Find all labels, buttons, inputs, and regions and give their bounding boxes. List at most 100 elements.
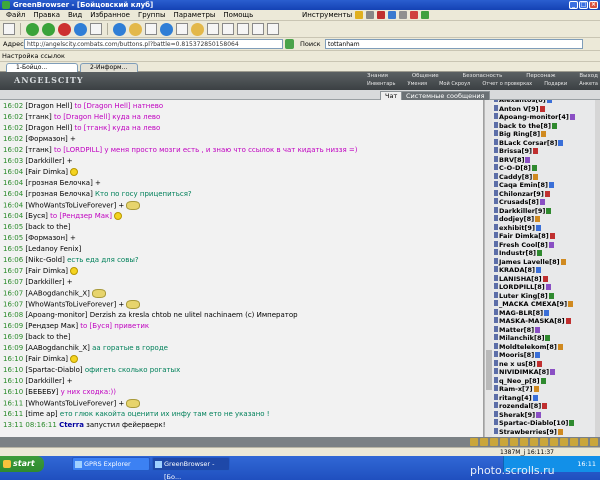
refresh-icon[interactable] [74, 22, 87, 36]
user-name[interactable]: LANISHA[8] [499, 275, 542, 283]
private-arrow-icon[interactable] [494, 393, 498, 400]
user-row[interactable]: Mooris[8] [494, 351, 541, 359]
back-icon[interactable] [26, 22, 39, 36]
chat-nick[interactable]: [Nikc-Gold] [25, 256, 64, 264]
private-arrow-icon[interactable] [494, 283, 498, 289]
user-info-icon[interactable] [557, 428, 563, 435]
user-row[interactable]: Big Ring[8] [494, 130, 547, 138]
minimize-button[interactable]: _ [569, 1, 578, 9]
chat-nick[interactable]: [Fair Dimka] [25, 267, 68, 275]
link-security[interactable]: Безопасность [463, 73, 503, 79]
private-arrow-icon[interactable] [494, 113, 498, 119]
settings-icon[interactable] [520, 438, 528, 446]
user-row[interactable]: NIVIDIMKA[8] [494, 368, 556, 376]
user-info-icon[interactable] [541, 131, 547, 137]
user-name[interactable]: rozendal[8] [499, 402, 541, 410]
user-name[interactable]: Mooris[8] [499, 351, 534, 359]
chat-recipient[interactable]: to [Буся] [78, 322, 112, 330]
user-row[interactable]: LORDPILL[8] [494, 283, 551, 291]
private-arrow-icon[interactable] [494, 427, 498, 434]
user-row[interactable]: rozendal[8] [494, 402, 548, 410]
user-row[interactable]: Caddy[8] [494, 172, 539, 181]
chat-nick[interactable]: [Darkkiller] [25, 377, 64, 385]
user-name[interactable]: q_Neo_p[8] [499, 377, 540, 385]
user-row[interactable]: BRV[8] [494, 155, 531, 164]
chat-nick[interactable]: [AABogdanchik_X] [25, 290, 90, 298]
private-arrow-icon[interactable] [494, 240, 498, 247]
chat-nick[interactable]: [WhoWantsToLiveForever] [25, 301, 116, 309]
sound-icon[interactable] [500, 438, 508, 446]
user-row[interactable]: Fair Dimka[8] [494, 232, 555, 240]
block-icon[interactable] [366, 11, 375, 19]
user-info-icon[interactable] [535, 326, 541, 333]
home-icon[interactable] [90, 23, 102, 35]
user-name[interactable]: Milanchik[8] [499, 334, 544, 342]
user-info-icon[interactable] [525, 156, 531, 163]
user-row[interactable]: Industr[8] [494, 249, 542, 257]
menu-edit[interactable]: Правка [29, 11, 64, 19]
user-name[interactable]: Chilonzar[9] [499, 190, 544, 198]
chat-nick[interactable]: [Apoang-monitor] [25, 311, 87, 319]
js-icon[interactable] [377, 11, 386, 19]
globe-icon[interactable] [113, 22, 126, 36]
private-arrow-icon[interactable] [494, 147, 498, 153]
user-name[interactable]: Caddy[8] [499, 173, 532, 181]
user-info-icon[interactable] [544, 190, 550, 197]
private-arrow-icon[interactable] [494, 385, 498, 391]
user-info-icon[interactable] [548, 292, 554, 299]
chat-nick[interactable]: Cterra [59, 421, 84, 429]
user-name[interactable]: Moldtelekom[8] [499, 343, 557, 351]
user-row[interactable]: Brissa[9] [494, 147, 538, 155]
link-skills[interactable]: Умения [408, 81, 427, 87]
user-row[interactable]: MASKA-MASKA[8] [494, 317, 571, 325]
chat-nick[interactable]: [Формазон] [25, 234, 67, 242]
menu-view[interactable]: Вид [64, 11, 86, 19]
chat-nick[interactable]: [грозная Белочка] [25, 179, 92, 187]
user-name[interactable]: Spartac-Diablo[10] [499, 419, 568, 427]
user-name[interactable]: Sherak[9] [499, 411, 535, 419]
user-info-icon[interactable] [536, 360, 542, 367]
user-info-icon[interactable] [539, 199, 545, 205]
chat-nick[interactable]: [back to the] [25, 333, 70, 341]
user-info-icon[interactable] [540, 377, 546, 384]
chat-nick[interactable]: [Буся] [25, 212, 47, 220]
link-gifts[interactable]: Подарки [544, 81, 567, 87]
private-arrow-icon[interactable] [494, 249, 498, 255]
users-scrollbar[interactable] [595, 100, 600, 437]
user-name[interactable]: Alexantos[8] [499, 100, 546, 104]
private-arrow-icon[interactable] [494, 104, 498, 111]
private-arrow-icon[interactable] [494, 181, 498, 187]
chat-nick[interactable]: [Spartac-Diablo] [25, 366, 82, 374]
send-icon[interactable] [540, 438, 548, 446]
window-icon[interactable] [267, 23, 279, 35]
link-report[interactable]: Отчет о проверках [482, 81, 532, 87]
user-row[interactable]: Spartac-Diablo[10] [494, 419, 575, 427]
user-name[interactable]: ne x us[8] [499, 360, 536, 368]
refresh-icon[interactable] [510, 438, 518, 446]
user-row[interactable]: ne x us[8] [494, 359, 542, 368]
user-name[interactable]: Anton V[9] [499, 105, 539, 113]
private-arrow-icon[interactable] [494, 376, 498, 383]
user-row[interactable]: Alexantos[8] [494, 100, 552, 104]
private-arrow-icon[interactable] [494, 138, 498, 145]
link-scroll[interactable]: Мой Скроул [439, 81, 470, 87]
tab-fight[interactable]: 1-Бойцо... [6, 63, 78, 72]
user-name[interactable]: James Lavelle[8] [499, 258, 560, 266]
private-arrow-icon[interactable] [494, 155, 498, 162]
chat-nick[interactable]: [Рендзер Мак] [25, 322, 78, 330]
user-info-icon[interactable] [546, 100, 552, 103]
chat-nick[interactable]: [back to the] [25, 223, 70, 231]
user-info-icon[interactable] [544, 309, 550, 316]
user-name[interactable]: MAG-BLR[8] [499, 309, 543, 317]
user-info-icon[interactable] [568, 301, 574, 307]
map-icon[interactable] [580, 438, 588, 446]
private-arrow-icon[interactable] [494, 121, 498, 128]
print-icon[interactable] [176, 23, 188, 35]
maximize-button[interactable]: □ [579, 1, 588, 9]
menu-help[interactable]: Помощь [219, 11, 257, 19]
new-page-icon[interactable] [3, 23, 15, 35]
user-name[interactable]: C-O-D[8] [499, 164, 531, 172]
chat-nick[interactable]: [WhoWantsToLiveForever] [25, 202, 116, 210]
user-info-icon[interactable] [535, 352, 541, 358]
user-name[interactable]: Crusads[8] [499, 198, 539, 206]
